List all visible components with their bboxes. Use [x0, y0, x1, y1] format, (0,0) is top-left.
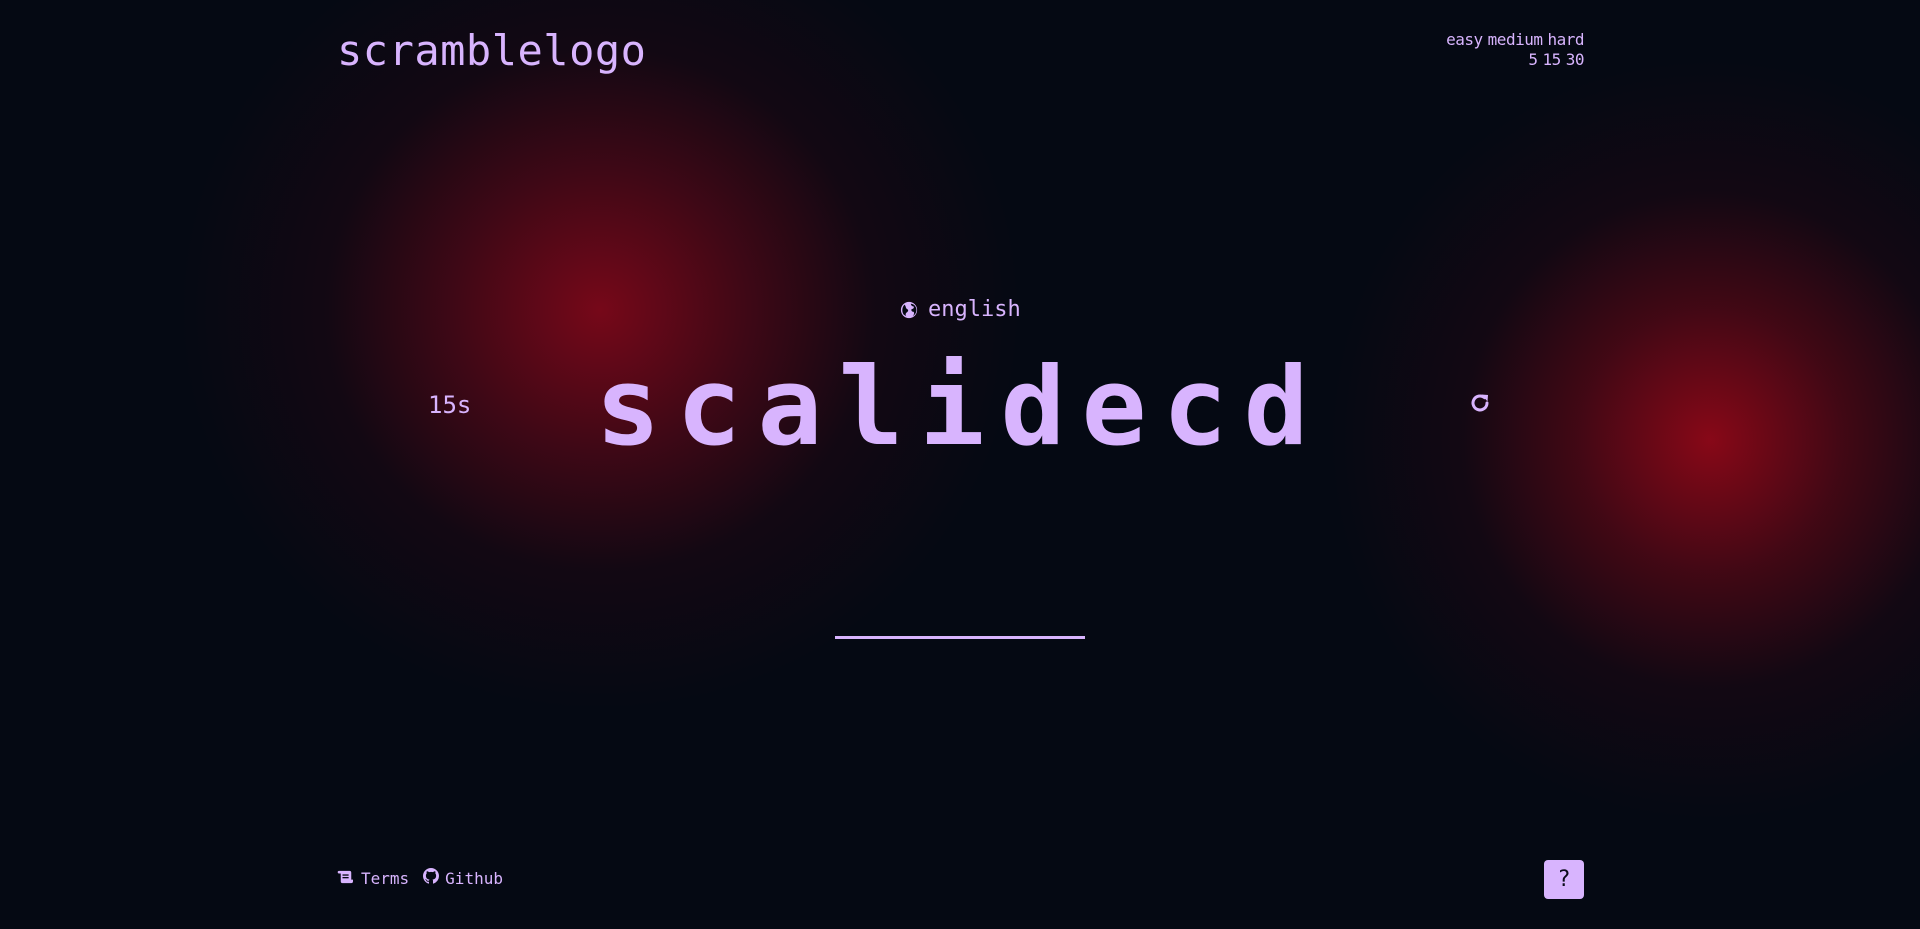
- footer-links: Terms Github: [337, 868, 503, 889]
- github-label: Github: [445, 868, 503, 888]
- difficulty-selector: easy medium hard 5 15 30: [1446, 30, 1584, 70]
- site-logo[interactable]: scramblelogo: [337, 26, 646, 76]
- time-option-15[interactable]: 15: [1542, 50, 1561, 70]
- time-option-5[interactable]: 5: [1528, 50, 1538, 70]
- github-link[interactable]: Github: [423, 868, 503, 889]
- difficulty-easy[interactable]: easy: [1446, 30, 1483, 50]
- difficulty-levels: easy medium hard: [1446, 30, 1584, 50]
- scrambled-word: scalidecd: [595, 345, 1325, 470]
- difficulty-medium[interactable]: medium: [1488, 30, 1543, 50]
- scroll-icon: [337, 869, 355, 889]
- help-button[interactable]: ?: [1544, 860, 1584, 899]
- globe-icon: [900, 301, 918, 319]
- terms-link[interactable]: Terms: [337, 869, 409, 889]
- difficulty-hard[interactable]: hard: [1547, 30, 1584, 50]
- answer-input-underline[interactable]: [835, 636, 1085, 639]
- github-icon: [423, 868, 440, 889]
- terms-label: Terms: [361, 868, 410, 888]
- language-label: english: [928, 297, 1021, 322]
- time-option-30[interactable]: 30: [1566, 50, 1585, 70]
- language-selector[interactable]: english: [900, 296, 1021, 324]
- time-options: 5 15 30: [1446, 50, 1584, 70]
- refresh-icon[interactable]: [1467, 390, 1493, 416]
